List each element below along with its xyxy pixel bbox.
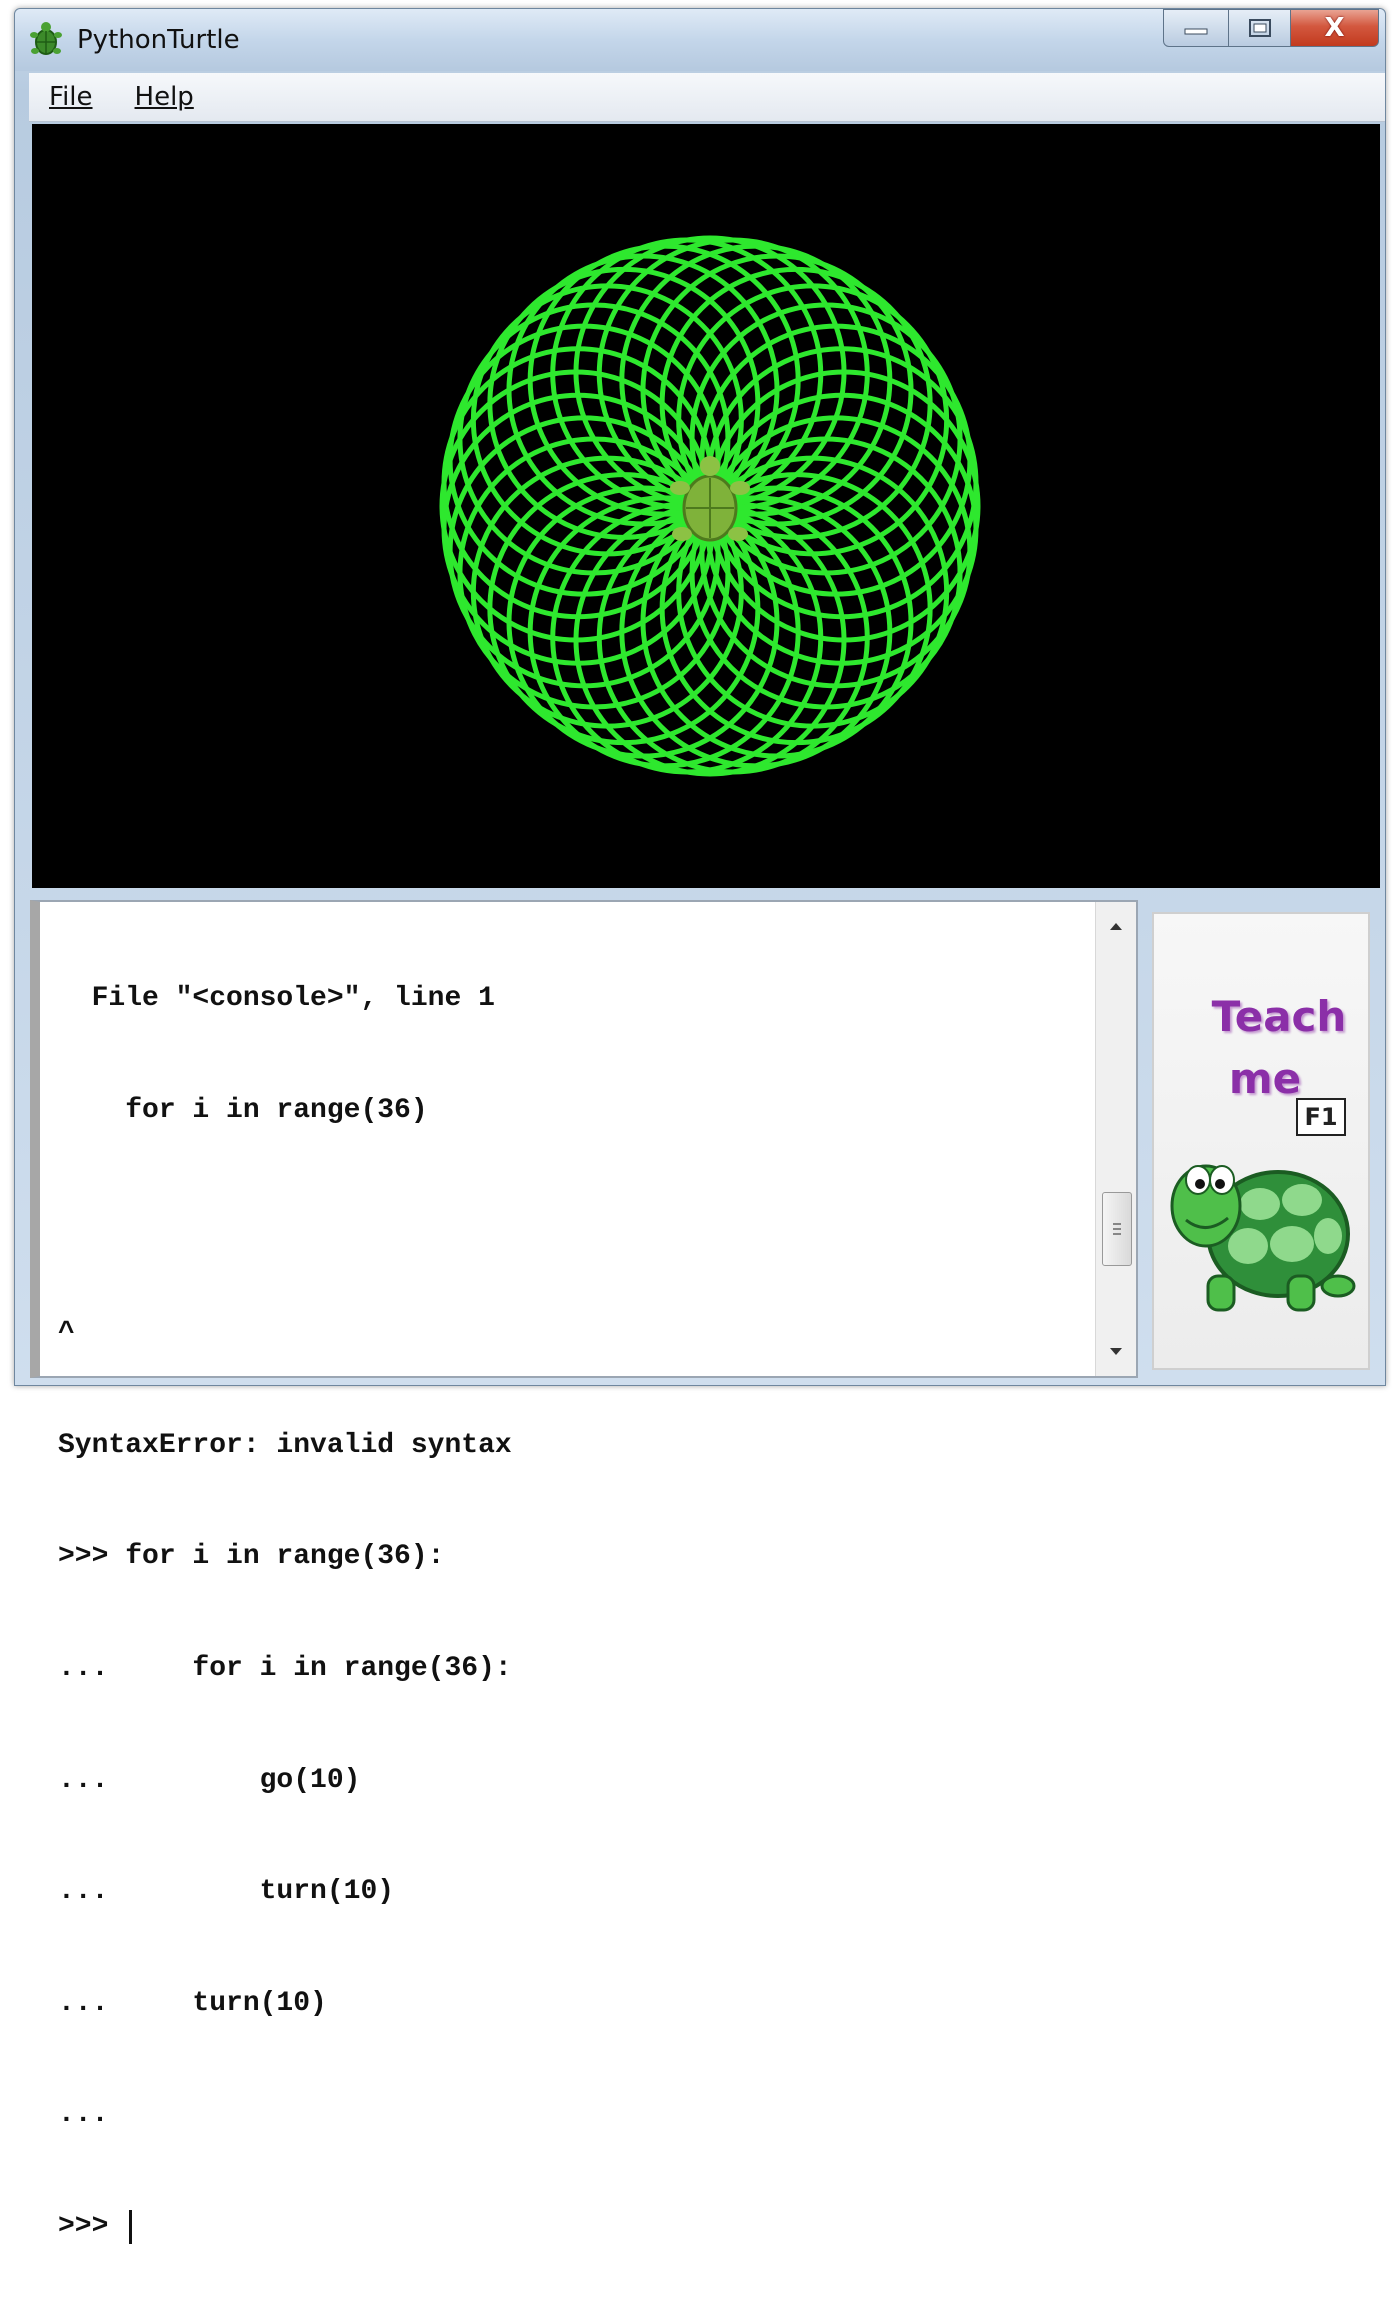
console-line: for i in range(36) xyxy=(58,1095,428,1126)
menu-bar: File Help xyxy=(29,73,1385,122)
close-icon: X xyxy=(1324,13,1345,43)
console-line: ... xyxy=(58,2099,109,2131)
console-prompt: >>> xyxy=(58,2210,126,2242)
console-output: File "<console>", line 1 for i in range(… xyxy=(58,906,1088,2320)
console-line: File "<console>", line 1 xyxy=(58,983,495,1015)
console-line: ... turn(10) xyxy=(58,1876,395,1908)
menu-help[interactable]: Help xyxy=(131,80,198,114)
menu-help-label: Help xyxy=(134,82,194,112)
scroll-up-button[interactable] xyxy=(1096,906,1136,946)
teach-me-text: me xyxy=(1228,1054,1302,1103)
minimize-icon xyxy=(1184,28,1208,35)
arrow-down-icon xyxy=(1110,1348,1122,1355)
scroll-thumb[interactable] xyxy=(1102,1192,1132,1266)
grip-icon xyxy=(1113,1223,1121,1235)
window-title: PythonTurtle xyxy=(77,25,240,55)
teach-me-text: Teach xyxy=(1211,992,1347,1041)
maximize-icon xyxy=(1248,19,1271,37)
turtle-drawing xyxy=(439,235,981,777)
close-button[interactable]: X xyxy=(1291,9,1379,47)
turtle-icon xyxy=(30,22,62,55)
window-controls: X xyxy=(1163,9,1379,49)
menu-file-label: File xyxy=(49,82,93,112)
arrow-up-icon xyxy=(1110,923,1122,930)
console-line: ^ xyxy=(58,1318,75,1350)
minimize-button[interactable] xyxy=(1163,9,1229,47)
console-line: >>> for i in range(36): xyxy=(58,1541,445,1573)
turtle-canvas[interactable] xyxy=(32,124,1380,888)
scroll-down-button[interactable] xyxy=(1096,1332,1136,1372)
python-console[interactable]: File "<console>", line 1 for i in range(… xyxy=(30,900,1138,2244)
console-line: ... go(10) xyxy=(58,1764,361,1796)
console-input-line[interactable]: >>> xyxy=(58,2208,1088,2245)
console-scrollbar[interactable] xyxy=(1095,902,1136,1376)
maximize-button[interactable] xyxy=(1229,9,1291,47)
teach-me-button[interactable]: Teach me F1 xyxy=(1152,912,1370,1370)
title-bar[interactable]: PythonTurtle X xyxy=(15,9,1385,71)
text-caret xyxy=(129,2209,133,2244)
f1-shortcut-badge: F1 xyxy=(1296,1098,1346,1136)
menu-file[interactable]: File xyxy=(45,80,97,114)
console-line: ... turn(10) xyxy=(58,1987,327,2019)
cartoon-turtle-icon xyxy=(1170,1164,1356,1312)
console-line: ... for i in range(36): xyxy=(58,1652,512,1684)
console-line: SyntaxError: invalid syntax xyxy=(58,1429,512,1461)
